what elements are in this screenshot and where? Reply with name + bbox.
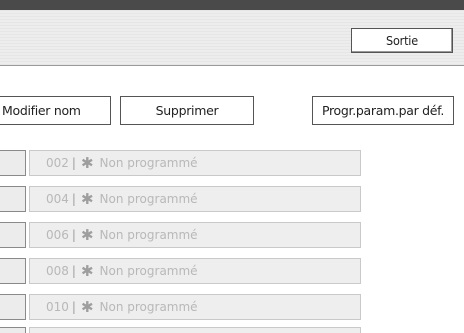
program-slot-left[interactable] xyxy=(0,222,26,248)
program-number: 004 xyxy=(46,192,69,206)
program-slot-left-partial[interactable] xyxy=(0,327,26,333)
program-slot[interactable]: 002 | ✱ Non programmé xyxy=(29,150,361,176)
separator: | xyxy=(71,300,76,314)
program-slot-partial[interactable] xyxy=(29,327,361,333)
separator: | xyxy=(71,264,76,278)
program-status: Non programmé xyxy=(99,192,198,206)
set-default-program-button[interactable]: Progr.param.par déf. xyxy=(312,96,454,125)
program-number: 006 xyxy=(46,228,69,242)
modify-name-button[interactable]: Modifier nom xyxy=(0,96,111,125)
program-slot[interactable]: 006 | ✱ Non programmé xyxy=(29,222,361,248)
program-slot[interactable]: 010 | ✱ Non programmé xyxy=(29,294,361,320)
separator: | xyxy=(71,192,76,206)
program-status: Non programmé xyxy=(99,228,198,242)
program-slot-left[interactable] xyxy=(0,258,26,284)
separator: | xyxy=(71,228,76,242)
program-slot-left[interactable] xyxy=(0,186,26,212)
star-icon: ✱ xyxy=(80,261,94,280)
program-status: Non programmé xyxy=(99,300,198,314)
program-number: 010 xyxy=(46,300,69,314)
program-number: 002 xyxy=(46,156,69,170)
delete-button[interactable]: Supprimer xyxy=(120,96,254,125)
program-number: 008 xyxy=(46,264,69,278)
star-icon: ✱ xyxy=(80,297,94,316)
star-icon: ✱ xyxy=(80,189,94,208)
program-status: Non programmé xyxy=(99,264,198,278)
top-title-bar xyxy=(0,0,464,10)
star-icon: ✱ xyxy=(80,225,94,244)
program-slot-left[interactable] xyxy=(0,150,26,176)
program-slot[interactable]: 008 | ✱ Non programmé xyxy=(29,258,361,284)
exit-button[interactable]: Sortie xyxy=(351,28,453,53)
program-slot-left[interactable] xyxy=(0,294,26,320)
program-slot[interactable]: 004 | ✱ Non programmé xyxy=(29,186,361,212)
separator: | xyxy=(71,156,76,170)
star-icon: ✱ xyxy=(80,153,94,172)
program-status: Non programmé xyxy=(99,156,198,170)
